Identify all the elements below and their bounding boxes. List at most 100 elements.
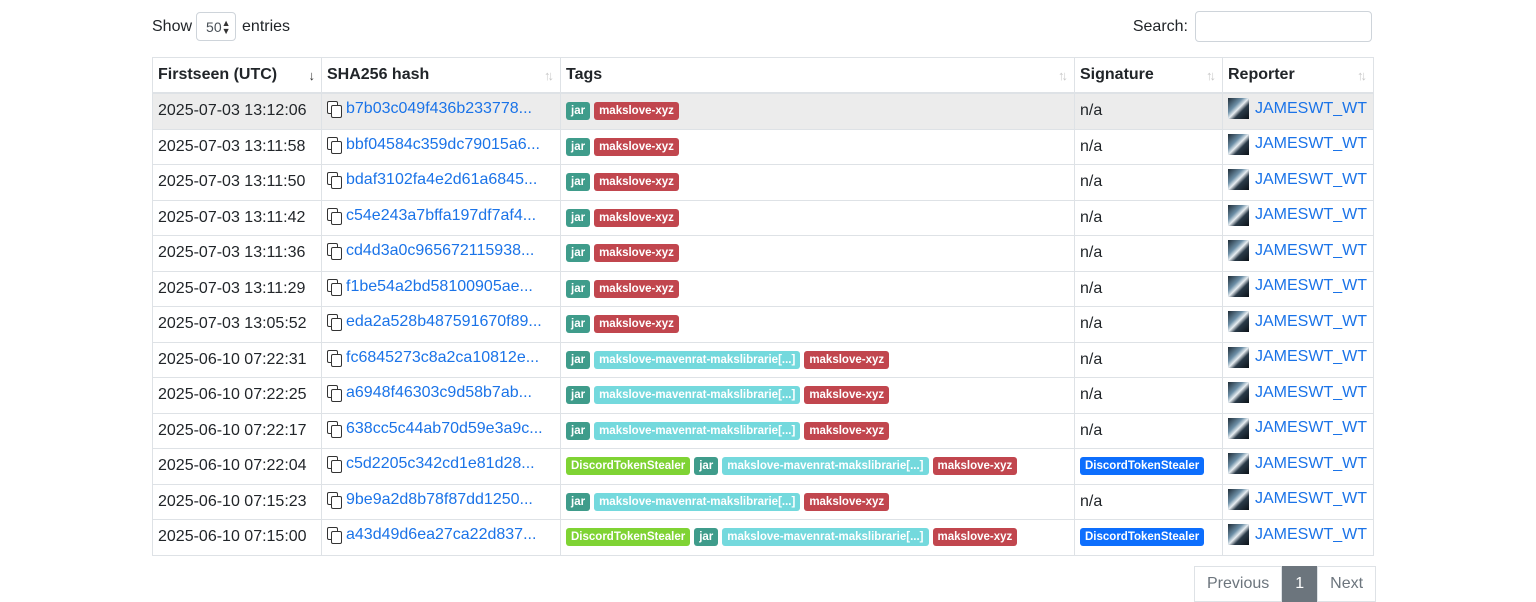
tag-badge[interactable]: makslove-mavenrat-makslibrarie[...] — [722, 457, 929, 476]
reporter-link[interactable]: JAMESWT_WT — [1255, 277, 1367, 295]
tag-badge[interactable]: DiscordTokenStealer — [566, 457, 691, 476]
hash-link[interactable]: c54e243a7bffa197df7af4... — [346, 207, 536, 225]
tag-badge[interactable]: makslove-xyz — [594, 137, 679, 156]
copy-icon[interactable] — [327, 349, 342, 367]
hash-link[interactable]: fc6845273c8a2ca10812e... — [346, 349, 539, 367]
signature-text: n/a — [1080, 315, 1103, 333]
copy-icon[interactable] — [327, 172, 342, 190]
tag-badge[interactable]: makslove-xyz — [594, 279, 679, 298]
tag-badge[interactable]: jar — [566, 137, 591, 156]
hash-cell: bdaf3102fa4e2d61a6845... — [321, 164, 561, 201]
hash-link[interactable]: 638cc5c44ab70d59e3a9c... — [346, 420, 543, 438]
tag-badge[interactable]: makslove-mavenrat-makslibrarie[...] — [722, 528, 929, 547]
hash-link[interactable]: eda2a528b487591670f89... — [346, 313, 542, 331]
tag-badge[interactable]: jar — [694, 457, 719, 476]
tag-badge[interactable]: makslove-mavenrat-makslibrarie[...] — [594, 492, 801, 511]
copy-icon[interactable] — [327, 243, 342, 261]
entries-select[interactable]: 50 ▲ ▼ — [196, 12, 237, 41]
signature-badge[interactable]: DiscordTokenStealer — [1080, 457, 1205, 476]
tag-badge[interactable]: jar — [566, 208, 591, 227]
table-controls: Show 50 ▲ ▼ entries Search: — [152, 0, 1372, 56]
next-button[interactable]: Next — [1317, 566, 1377, 602]
tag-badge[interactable]: jar — [566, 492, 591, 511]
reporter-link[interactable]: JAMESWT_WT — [1255, 171, 1367, 189]
copy-icon[interactable] — [327, 136, 342, 154]
tag-badge[interactable]: jar — [566, 279, 591, 298]
tag-badge[interactable]: makslove-xyz — [804, 350, 890, 369]
reporter-link[interactable]: JAMESWT_WT — [1255, 490, 1367, 508]
tag-badge[interactable]: jar — [694, 528, 719, 547]
hash-link[interactable]: bbf04584c359dc79015a6... — [346, 136, 540, 154]
previous-button[interactable]: Previous — [1194, 566, 1283, 602]
copy-icon[interactable] — [327, 491, 342, 509]
copy-icon[interactable] — [327, 101, 342, 119]
firstseen-cell: 2025-06-10 07:15:23 — [152, 483, 322, 520]
table-header-row: Firstseen (UTC) ↓ SHA256 hash ↑↓ Tags ↑↓ Si… — [152, 57, 1374, 94]
reporter-cell: JAMESWT_WT — [1222, 483, 1374, 520]
copy-icon[interactable] — [327, 278, 342, 296]
reporter-link[interactable]: JAMESWT_WT — [1255, 419, 1367, 437]
tag-badge[interactable]: makslove-xyz — [932, 457, 1018, 476]
hash-cell: b7b03c049f436b233778... — [321, 92, 561, 130]
copy-icon[interactable] — [327, 456, 342, 474]
hash-link[interactable]: b7b03c049f436b233778... — [346, 100, 532, 118]
firstseen-cell: 2025-07-03 13:11:29 — [152, 270, 322, 307]
column-header-firstseen[interactable]: Firstseen (UTC) ↓ — [152, 57, 322, 94]
tag-badge[interactable]: jar — [566, 173, 591, 192]
tag-badge[interactable]: makslove-xyz — [804, 421, 890, 440]
tag-badge[interactable]: makslove-xyz — [594, 208, 679, 227]
tag-badge[interactable]: jar — [566, 350, 591, 369]
tag-badge[interactable]: makslove-xyz — [932, 528, 1018, 547]
reporter-link[interactable]: JAMESWT_WT — [1255, 455, 1367, 473]
copy-icon[interactable] — [327, 420, 342, 438]
tag-badge[interactable]: jar — [566, 244, 591, 263]
reporter-link[interactable]: JAMESWT_WT — [1255, 384, 1367, 402]
hash-link[interactable]: c5d2205c342cd1e81d28... — [346, 455, 535, 473]
hash-link[interactable]: 9be9a2d8b78f87dd1250... — [346, 491, 533, 509]
column-header-sha256[interactable]: SHA256 hash ↑↓ — [321, 57, 561, 94]
reporter-link[interactable]: JAMESWT_WT — [1255, 135, 1367, 153]
tag-badge[interactable]: makslove-xyz — [594, 315, 679, 334]
reporter-link[interactable]: JAMESWT_WT — [1255, 242, 1367, 260]
tag-badge[interactable]: makslove-mavenrat-makslibrarie[...] — [594, 386, 801, 405]
table-row: 2025-06-10 07:22:31 fc6845273c8a2ca10812e… — [152, 341, 1374, 378]
hash-link[interactable]: cd4d3a0c965672115938... — [346, 242, 534, 260]
column-header-tags[interactable]: Tags ↑↓ — [560, 57, 1075, 94]
reporter-link[interactable]: JAMESWT_WT — [1255, 526, 1367, 544]
search-input[interactable] — [1195, 11, 1372, 42]
tag-badge[interactable]: jar — [566, 421, 591, 440]
reporter-link[interactable]: JAMESWT_WT — [1255, 206, 1367, 224]
tag-badge[interactable]: jar — [566, 315, 591, 334]
entries-length-control: Show 50 ▲ ▼ entries — [152, 12, 290, 41]
tag-badge[interactable]: jar — [566, 102, 591, 121]
reporter-link[interactable]: JAMESWT_WT — [1255, 100, 1367, 118]
tag-badge[interactable]: makslove-xyz — [594, 102, 679, 121]
signature-badge[interactable]: DiscordTokenStealer — [1080, 528, 1205, 547]
hash-link[interactable]: a43d49d6ea27ca22d837... — [346, 526, 536, 544]
copy-icon[interactable] — [327, 207, 342, 225]
column-header-reporter[interactable]: Reporter ↑↓ — [1222, 57, 1374, 94]
tag-badge[interactable]: jar — [566, 386, 591, 405]
hash-link[interactable]: a6948f46303c9d58b7ab... — [346, 384, 532, 402]
tag-badge[interactable]: makslove-mavenrat-makslibrarie[...] — [594, 350, 801, 369]
tag-badge[interactable]: makslove-xyz — [804, 386, 890, 405]
hash-link[interactable]: f1be54a2bd58100905ae... — [346, 278, 533, 296]
signature-cell: n/a — [1074, 199, 1223, 236]
firstseen-cell: 2025-07-03 13:05:52 — [152, 306, 322, 343]
avatar — [1228, 346, 1249, 368]
tag-badge[interactable]: makslove-xyz — [804, 492, 890, 511]
copy-icon[interactable] — [327, 527, 342, 545]
entries-label: entries — [242, 17, 291, 35]
tag-badge[interactable]: makslove-xyz — [594, 244, 679, 263]
column-header-signature[interactable]: Signature ↑↓ — [1074, 57, 1223, 94]
copy-icon[interactable] — [327, 314, 342, 332]
copy-icon[interactable] — [327, 385, 342, 403]
hash-link[interactable]: bdaf3102fa4e2d61a6845... — [346, 171, 537, 189]
reporter-link[interactable]: JAMESWT_WT — [1255, 348, 1367, 366]
tag-badge[interactable]: makslove-xyz — [594, 173, 679, 192]
tag-badge[interactable]: DiscordTokenStealer — [566, 528, 691, 547]
tag-badge[interactable]: makslove-mavenrat-makslibrarie[...] — [594, 421, 801, 440]
page-1-button[interactable]: 1 — [1282, 566, 1318, 602]
reporter-link[interactable]: JAMESWT_WT — [1255, 313, 1367, 331]
sort-icon: ↑↓ — [1058, 68, 1068, 83]
